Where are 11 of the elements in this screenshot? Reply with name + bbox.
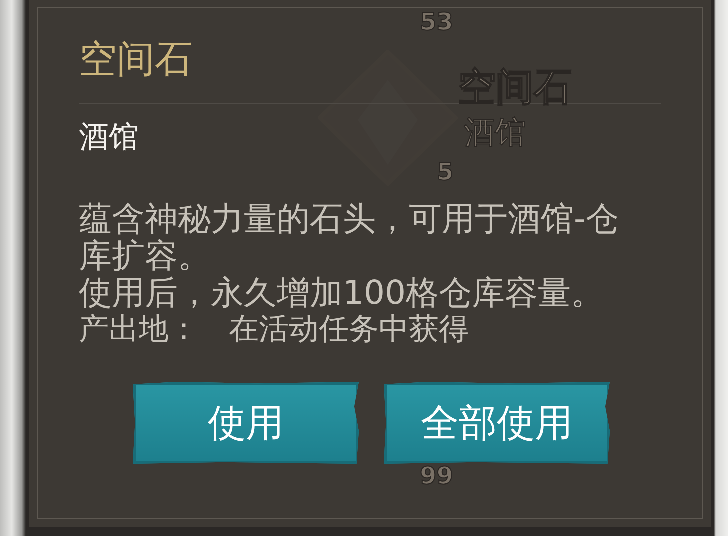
item-count: 5 <box>437 158 454 186</box>
source-value: 在活动任务中获得 <box>229 311 469 348</box>
item-description: 使用后，永久增加100格仓库容量。 <box>79 274 605 311</box>
dialog-title: 空间石 <box>79 37 194 81</box>
item-location: 酒馆 <box>79 120 139 156</box>
use-all-button[interactable]: 全部使用 <box>384 382 610 464</box>
item-count: 53 <box>420 8 454 36</box>
item-name: 空间石 <box>458 64 572 111</box>
source-label: 产出地： <box>79 311 199 348</box>
item-description: 蕴含神秘力量的石头，可用于酒馆-仓库扩容。 <box>79 200 620 274</box>
use-button[interactable]: 使用 <box>133 382 359 464</box>
